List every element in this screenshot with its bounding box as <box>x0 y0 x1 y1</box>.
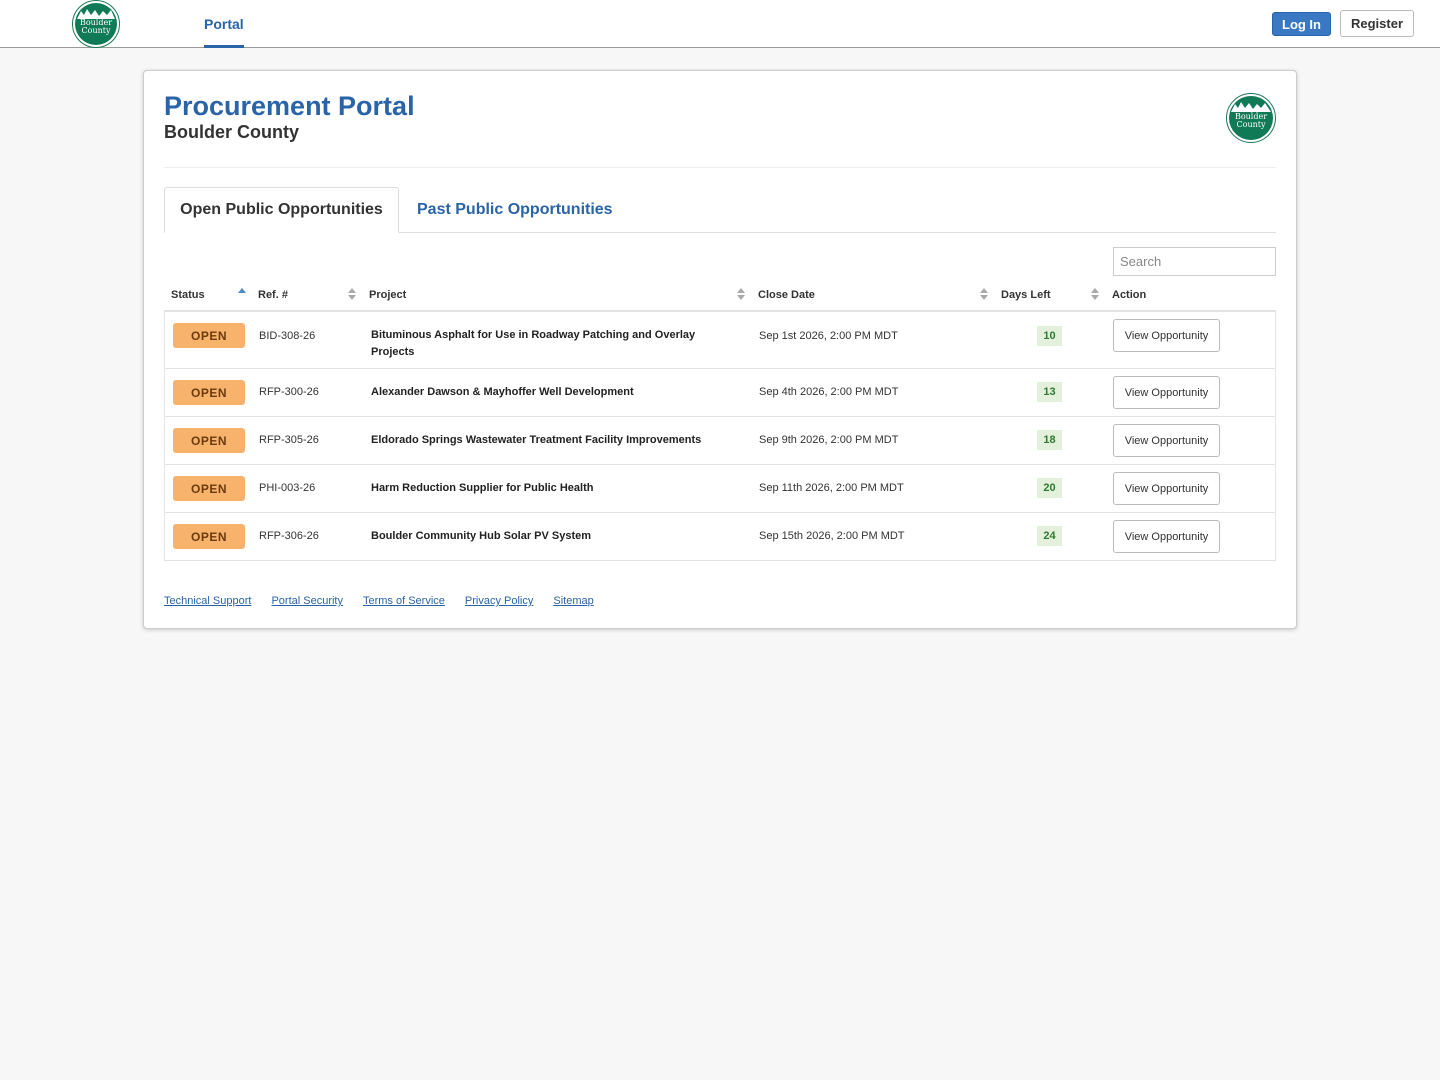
sort-icon[interactable] <box>737 288 745 302</box>
close-date: Sep 11th 2026, 2:00 PM MDT <box>759 482 904 494</box>
footer-link-sitemap[interactable]: Sitemap <box>553 595 593 607</box>
days-left-badge: 13 <box>1037 382 1062 402</box>
sort-asc-icon[interactable] <box>238 288 246 302</box>
column-header-days-left[interactable]: Days Left <box>1001 289 1051 301</box>
days-left-badge: 24 <box>1037 526 1062 546</box>
table-row: OPEN PHI-003-26 Harm Reduction Supplier … <box>165 465 1275 513</box>
ref-number: PHI-003-26 <box>259 482 316 494</box>
procurement-card: Procurement Portal Boulder County Boulde… <box>143 70 1297 629</box>
status-badge: OPEN <box>173 380 245 405</box>
view-opportunity-button[interactable]: View Opportunity <box>1113 424 1220 457</box>
logo-badge: Boulder County <box>75 3 117 45</box>
project-name: Eldorado Springs Wastewater Treatment Fa… <box>371 434 702 446</box>
view-opportunity-button[interactable]: View Opportunity <box>1113 376 1220 409</box>
status-badge: OPEN <box>173 428 245 453</box>
footer-link-terms-of-service[interactable]: Terms of Service <box>363 595 445 607</box>
opportunity-tabs: Open Public Opportunities Past Public Op… <box>164 187 1276 233</box>
boulder-county-logo[interactable]: Boulder County <box>72 0 120 48</box>
page-title: Procurement Portal <box>164 91 415 121</box>
table-row: OPEN RFP-306-26 Boulder Community Hub So… <box>165 513 1275 561</box>
page-subtitle: Boulder County <box>164 122 299 142</box>
ref-number: RFP-305-26 <box>259 434 319 446</box>
divider <box>164 167 1276 168</box>
days-left-badge: 10 <box>1037 326 1062 346</box>
tab-past-opportunities[interactable]: Past Public Opportunities <box>417 187 613 233</box>
view-opportunity-button[interactable]: View Opportunity <box>1113 319 1220 352</box>
trees-icon <box>1231 102 1271 112</box>
ref-number: RFP-306-26 <box>259 530 319 542</box>
project-name: Harm Reduction Supplier for Public Healt… <box>371 482 594 494</box>
opportunities-table: Status Ref. # Project Close Date Days Le… <box>164 281 1276 561</box>
register-button[interactable]: Register <box>1340 10 1414 37</box>
ref-number: RFP-300-26 <box>259 386 319 398</box>
nav-tab-label: Portal <box>204 16 244 32</box>
search-input[interactable] <box>1113 247 1276 276</box>
table-row: OPEN BID-308-26 Bituminous Asphalt for U… <box>165 312 1275 369</box>
sort-icon[interactable] <box>1091 288 1099 302</box>
close-date: Sep 4th 2026, 2:00 PM MDT <box>759 386 899 398</box>
ref-number: BID-308-26 <box>259 330 316 342</box>
view-opportunity-button[interactable]: View Opportunity <box>1113 520 1220 553</box>
login-button[interactable]: Log In <box>1272 12 1331 36</box>
card-logo: Boulder County <box>1226 93 1276 143</box>
column-header-project[interactable]: Project <box>369 289 406 301</box>
sort-icon[interactable] <box>348 288 356 302</box>
column-header-action: Action <box>1112 289 1147 301</box>
days-left-badge: 20 <box>1037 478 1062 498</box>
close-date: Sep 1st 2026, 2:00 PM MDT <box>759 330 898 342</box>
table-header: Status Ref. # Project Close Date Days Le… <box>164 281 1276 312</box>
close-date: Sep 9th 2026, 2:00 PM MDT <box>759 434 899 446</box>
days-left-badge: 18 <box>1037 430 1062 450</box>
sort-icon[interactable] <box>980 288 988 302</box>
logo-text: Boulder County <box>79 18 113 35</box>
project-name: Bituminous Asphalt for Use in Roadway Pa… <box>371 329 696 358</box>
status-badge: OPEN <box>173 524 245 549</box>
view-opportunity-button[interactable]: View Opportunity <box>1113 472 1220 505</box>
logo-text: Boulder County <box>1234 112 1268 129</box>
close-date: Sep 15th 2026, 2:00 PM MDT <box>759 530 905 542</box>
footer-links: Technical Support Portal Security Terms of… <box>164 595 614 607</box>
column-header-ref[interactable]: Ref. # <box>258 289 288 301</box>
table-row: OPEN RFP-300-26 Alexander Dawson & Mayho… <box>165 369 1275 417</box>
column-header-close-date[interactable]: Close Date <box>758 289 815 301</box>
logo-badge: Boulder County <box>1229 96 1273 140</box>
footer-link-technical-support[interactable]: Technical Support <box>164 595 251 607</box>
footer-link-privacy-policy[interactable]: Privacy Policy <box>465 595 533 607</box>
status-badge: OPEN <box>173 323 245 348</box>
table-row: OPEN RFP-305-26 Eldorado Springs Wastewa… <box>165 417 1275 465</box>
tab-open-opportunities[interactable]: Open Public Opportunities <box>164 187 399 233</box>
footer-link-portal-security[interactable]: Portal Security <box>271 595 343 607</box>
nav-tab-portal[interactable]: Portal <box>204 0 244 48</box>
status-badge: OPEN <box>173 476 245 501</box>
top-nav: Boulder County Portal Log In Register <box>0 0 1440 48</box>
table-body: OPEN BID-308-26 Bituminous Asphalt for U… <box>164 312 1276 561</box>
project-name: Alexander Dawson & Mayhoffer Well Develo… <box>371 386 634 398</box>
column-header-status[interactable]: Status <box>171 289 205 301</box>
project-name: Boulder Community Hub Solar PV System <box>371 530 592 542</box>
active-tab-indicator <box>204 45 244 48</box>
